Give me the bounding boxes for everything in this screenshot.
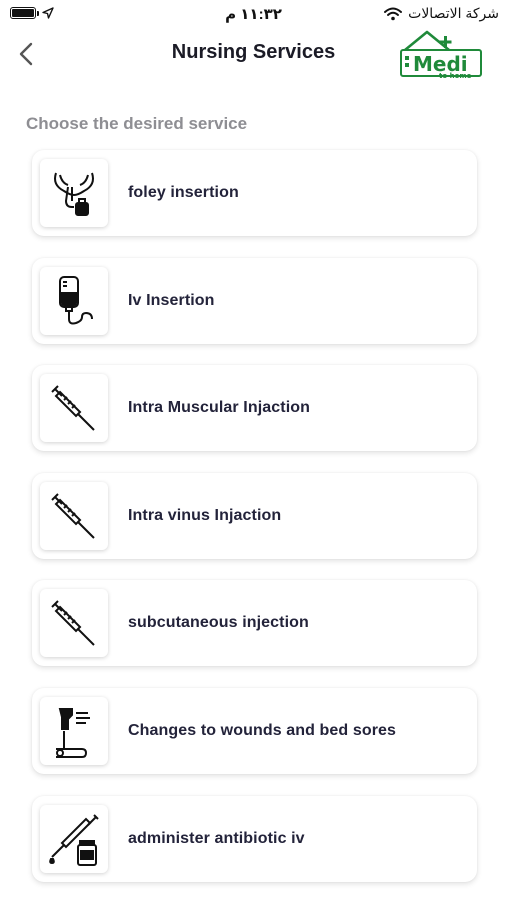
syringe-icon [51, 600, 95, 647]
service-list: foley insertion Iv Insertion Intra Muscu… [32, 150, 477, 900]
service-item-subcutaneous-injection[interactable]: subcutaneous injection [32, 580, 477, 667]
wifi-icon [384, 7, 403, 20]
antibiotic-vial-icon [49, 813, 99, 866]
service-label: Intra Muscular Injaction [128, 399, 310, 417]
section-label: Choose the desired service [26, 114, 248, 133]
status-bar: ١١:٣٢ م شركة الاتصالات [0, 0, 507, 30]
service-item-foley-insertion[interactable]: foley insertion [32, 150, 477, 236]
syringe-icon [51, 385, 95, 431]
carrier-name: شركة الاتصالات [408, 5, 499, 21]
syringe-icon [51, 493, 95, 539]
service-item-intra-muscular-injection[interactable]: Intra Muscular Injaction [32, 365, 477, 452]
service-item-iv-insertion[interactable]: Iv Insertion [32, 257, 477, 344]
service-label: administer antibiotic iv [128, 829, 305, 847]
status-right: شركة الاتصالات [384, 5, 499, 22]
service-label: subcutaneous injection [128, 614, 309, 632]
foley-catheter-icon [54, 172, 94, 216]
service-label: Intra vinus Injaction [128, 506, 282, 524]
service-label: Iv Insertion [128, 291, 215, 309]
nav-bar: Nursing Services Medi to home [0, 30, 507, 90]
medi-logo: Medi to home [400, 30, 482, 80]
service-item-wound-care[interactable]: Changes to wounds and bed sores [32, 687, 477, 774]
wound-bandage-icon [56, 707, 90, 758]
service-item-antibiotic-iv[interactable]: administer antibiotic iv [32, 795, 477, 882]
svg-text:to home: to home [439, 72, 472, 80]
iv-bag-icon [59, 275, 93, 325]
service-item-intra-venous-injection[interactable]: Intra vinus Injaction [32, 472, 477, 559]
service-label: Changes to wounds and bed sores [128, 721, 397, 739]
service-label: foley insertion [128, 184, 239, 201]
